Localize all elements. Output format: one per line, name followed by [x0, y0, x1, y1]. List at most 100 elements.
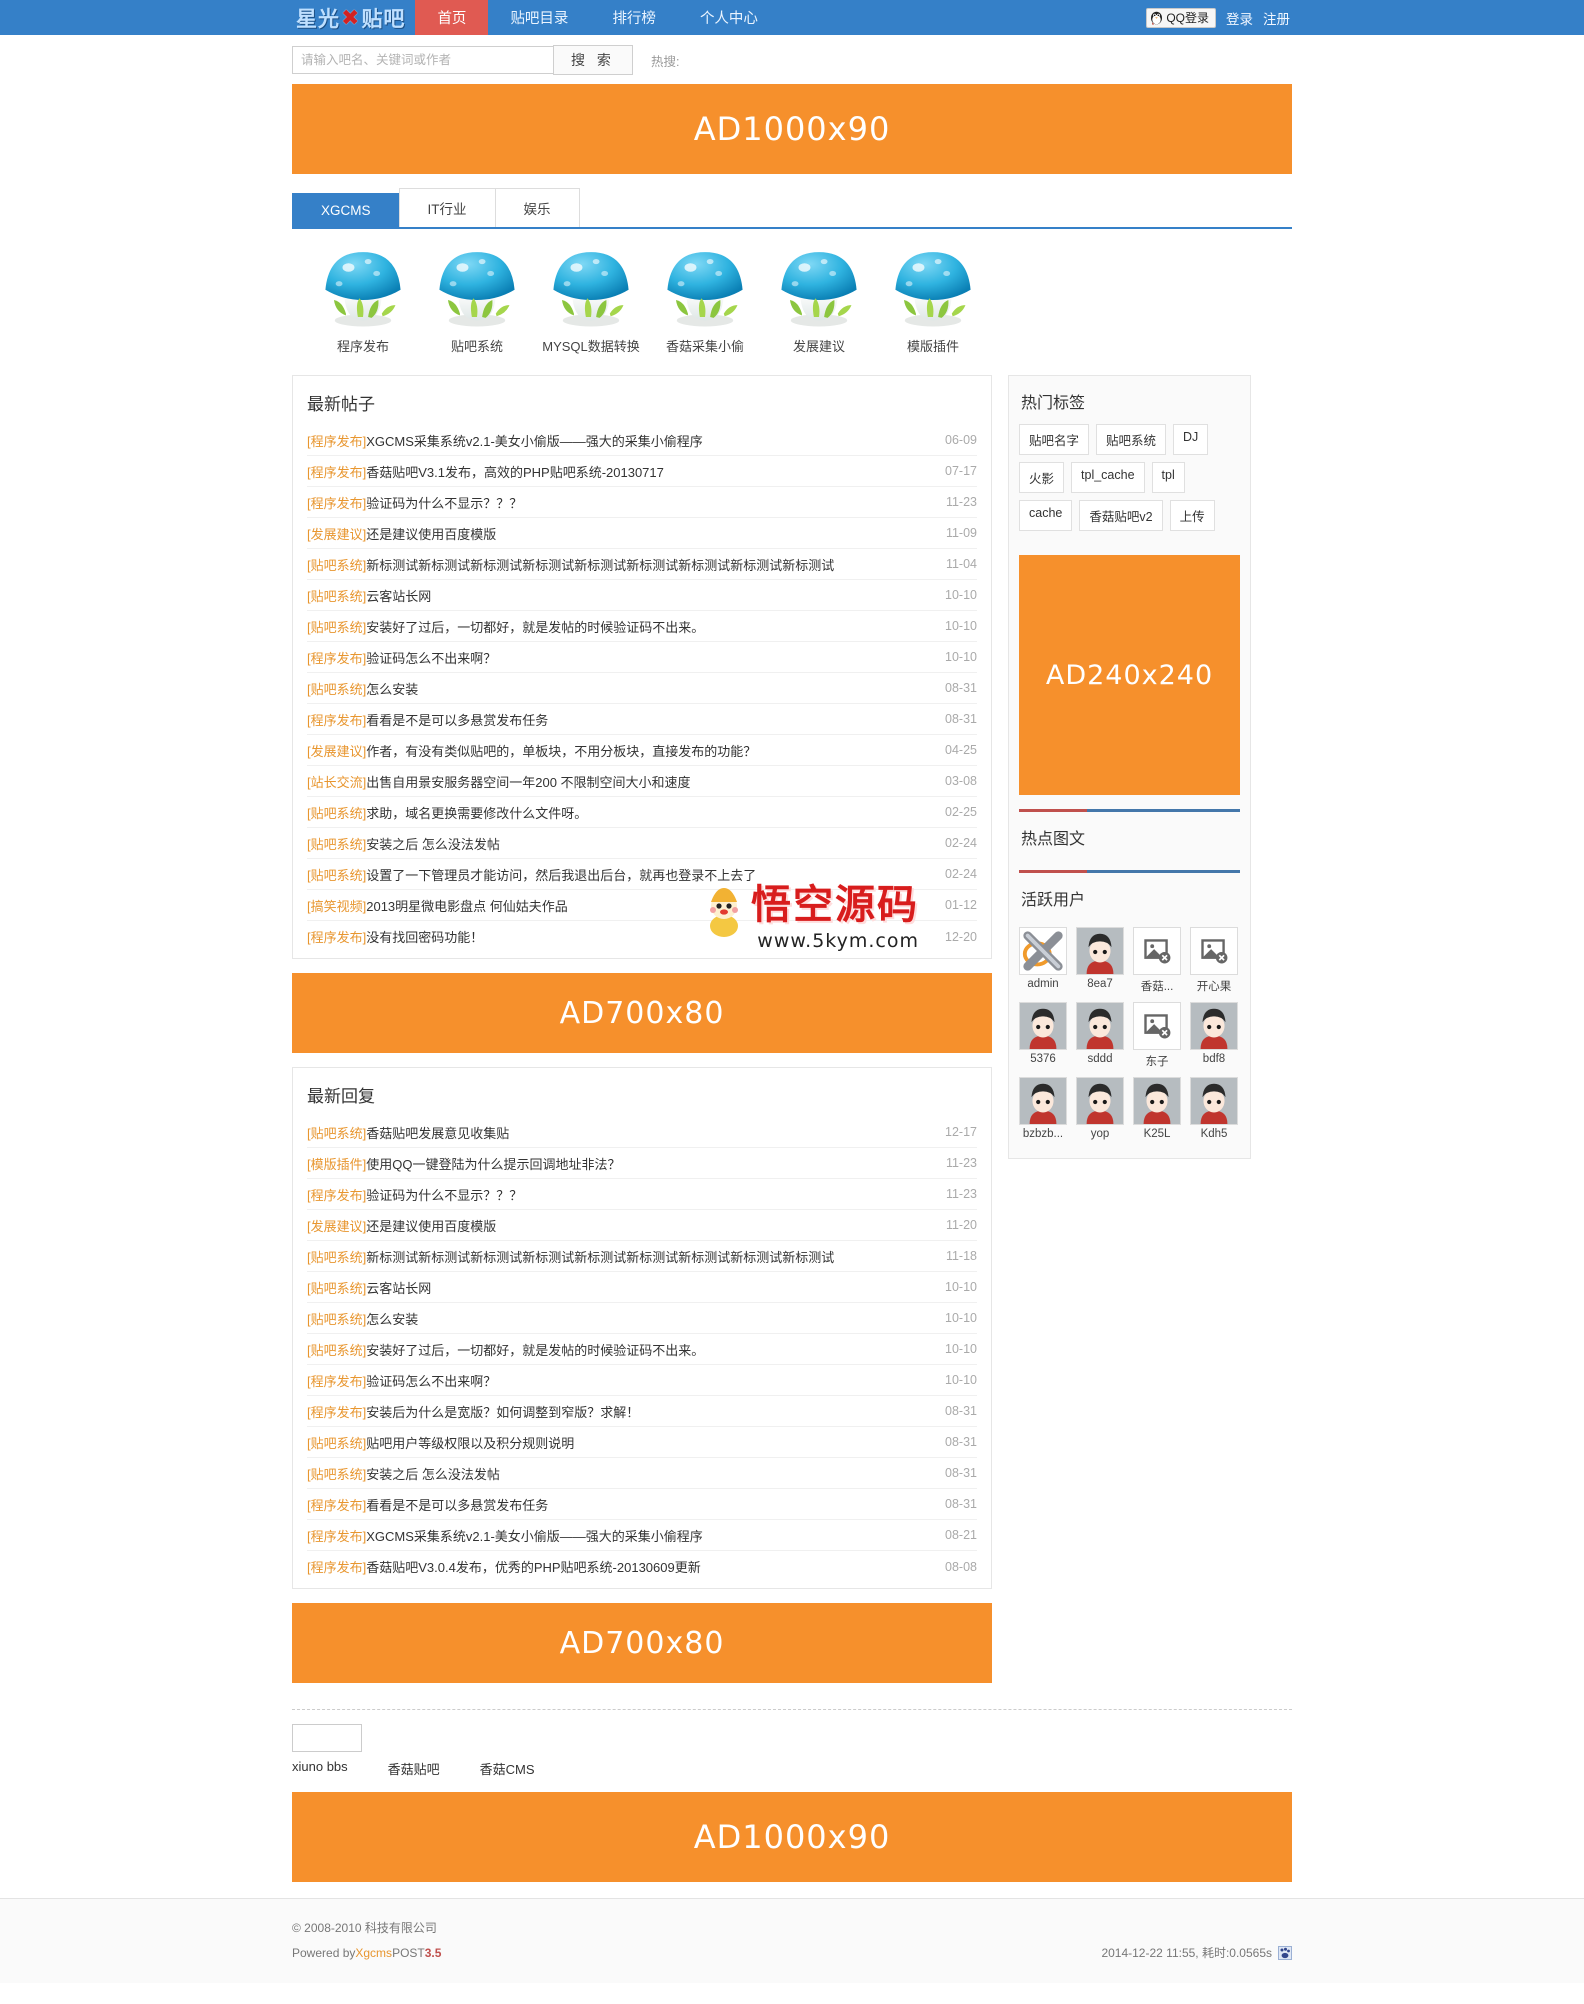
post-date: 03-08 — [945, 774, 977, 788]
post-category: [站长交流] — [307, 774, 367, 790]
reply-row[interactable]: [发展建议] 还是建议使用百度模版 11-20 — [307, 1210, 977, 1241]
tag-item[interactable]: tpl — [1151, 462, 1185, 493]
post-title: 香菇贴吧V3.1发布，高效的PHP贴吧系统-20130717 — [366, 464, 664, 480]
user-cell[interactable]: Kdh5 — [1190, 1077, 1238, 1140]
post-category: [贴吧系统] — [307, 836, 367, 852]
reply-title: 云客站长网 — [366, 1280, 432, 1296]
post-row[interactable]: [程序发布] XGCMS采集系统v2.1-美女小偷版——强大的采集小偷程序 06-0… — [307, 425, 977, 456]
ad-banner-bottom[interactable]: AD1000x90 — [292, 1792, 1292, 1882]
reply-row[interactable]: [贴吧系统] 怎么安装 10-10 — [307, 1303, 977, 1334]
tag-item[interactable]: DJ — [1173, 424, 1209, 455]
ad-banner-sidebar[interactable]: AD240x240 — [1019, 555, 1240, 795]
reply-row[interactable]: [程序发布] XGCMS采集系统v2.1-美女小偷版——强大的采集小偷程序 08-2… — [307, 1520, 977, 1551]
post-row[interactable]: [程序发布] 验证码为什么不显示？？？ 11-23 — [307, 487, 977, 518]
qq-login-button[interactable]: QQ登录 — [1146, 7, 1216, 28]
reply-row[interactable]: [程序发布] 验证码怎么不出来啊？ 10-10 — [307, 1365, 977, 1396]
register-link[interactable]: 注册 — [1263, 8, 1290, 28]
user-cell[interactable]: bdf8 — [1190, 1002, 1238, 1069]
login-link[interactable]: 登录 — [1226, 8, 1253, 28]
reply-row[interactable]: [贴吧系统] 贴吧用户等级权限以及积分规则说明 08-31 — [307, 1427, 977, 1458]
reply-category: [贴吧系统] — [307, 1249, 367, 1265]
tag-item[interactable]: tpl_cache — [1071, 462, 1145, 493]
tab-it-industry[interactable]: IT行业 — [398, 188, 496, 227]
tag-item[interactable]: 上传 — [1169, 500, 1215, 531]
user-cell[interactable]: admin — [1019, 927, 1067, 994]
reply-date: 08-08 — [945, 1559, 977, 1574]
active-users-grid: admin 8ea7 香菇... 开心果 5376 sddd 东子 bdf8 b… — [1019, 921, 1240, 1144]
friendlink-box[interactable] — [292, 1724, 362, 1752]
post-row[interactable]: [贴吧系统] 云客站长网 10-10 — [307, 580, 977, 611]
post-row[interactable]: [贴吧系统] 新标测试新标测试新标测试新标测试新标测试新标测试新标测试新标测试新标… — [307, 549, 977, 580]
forum-item-2[interactable]: MYSQL数据转换 — [534, 247, 648, 355]
post-row[interactable]: [程序发布] 看看是不是可以多悬赏发布任务 08-31 — [307, 704, 977, 735]
reply-row[interactable]: [贴吧系统] 香菇贴吧发展意见收集贴 12-17 — [307, 1117, 977, 1148]
reply-category: [程序发布] — [307, 1528, 367, 1544]
post-row[interactable]: [贴吧系统] 安装好了过后，一切都好，就是发帖的时候验证码不出来。 10-10 — [307, 611, 977, 642]
user-cell[interactable]: K25L — [1133, 1077, 1181, 1140]
ad-banner-mid-1[interactable]: AD700x80 — [292, 973, 992, 1053]
reply-row[interactable]: [贴吧系统] 新标测试新标测试新标测试新标测试新标测试新标测试新标测试新标测试新标… — [307, 1241, 977, 1272]
tab-xgcms[interactable]: XGCMS — [292, 193, 400, 227]
post-row[interactable]: [贴吧系统] 求助，域名更换需要修改什么文件呀。 02-25 — [307, 797, 977, 828]
post-row[interactable]: [站长交流] 出售自用景安服务器空间一年200 不限制空间大小和速度 03-08 — [307, 766, 977, 797]
user-cell[interactable]: 香菇... — [1133, 927, 1181, 994]
reply-row[interactable]: [程序发布] 看看是不是可以多悬赏发布任务 08-31 — [307, 1489, 977, 1520]
post-row[interactable]: [程序发布] 香菇贴吧V3.1发布，高效的PHP贴吧系统-20130717 07-1… — [307, 456, 977, 487]
tag-item[interactable]: 火影 — [1019, 462, 1065, 493]
tag-item[interactable]: 贴吧系统 — [1096, 424, 1167, 455]
friend-link-xianggu-tieba[interactable]: 香菇贴吧 — [388, 1759, 440, 1778]
search-button[interactable]: 搜 索 — [553, 45, 633, 75]
forum-item-5[interactable]: 模版插件 — [876, 247, 990, 355]
post-row[interactable]: [程序发布] 没有找回密码功能！ 12-20 — [307, 921, 977, 952]
nav-right-group: QQ登录 登录 注册 — [1146, 0, 1292, 35]
reply-row[interactable]: [程序发布] 安装后为什么是宽版？如何调整到窄版？求解！ 08-31 — [307, 1396, 977, 1427]
nav-item-user-center[interactable]: 个人中心 — [678, 0, 780, 35]
post-row[interactable]: [程序发布] 验证码怎么不出来啊？ 10-10 — [307, 642, 977, 673]
tag-item[interactable]: 香菇贴吧v2 — [1079, 500, 1163, 531]
tag-item[interactable]: cache — [1019, 500, 1073, 531]
reply-category: [贴吧系统] — [307, 1280, 367, 1296]
reply-date: 10-10 — [945, 1373, 977, 1387]
reply-row[interactable]: [贴吧系统] 安装之后 怎么没法发帖 08-31 — [307, 1458, 977, 1489]
reply-row[interactable]: [模版插件] 使用QQ一键登陆为什么提示回调地址非法？ 11-23 — [307, 1148, 977, 1179]
section-divider — [1019, 870, 1240, 873]
reply-row[interactable]: [贴吧系统] 安装好了过后，一切都好，就是发帖的时候验证码不出来。 10-10 — [307, 1334, 977, 1365]
reply-row[interactable]: [贴吧系统] 云客站长网 10-10 — [307, 1272, 977, 1303]
post-row[interactable]: [贴吧系统] 怎么安装 08-31 — [307, 673, 977, 704]
search-input[interactable] — [292, 46, 554, 74]
tag-item[interactable]: 贴吧名字 — [1019, 424, 1090, 455]
post-row[interactable]: [贴吧系统] 设置了一下管理员才能访问，然后我退出后台，就再也登录不上去了 02-2… — [307, 859, 977, 890]
forum-item-4[interactable]: 发展建议 — [762, 247, 876, 355]
paw-print-icon[interactable] — [1278, 1945, 1292, 1960]
nav-item-ranking[interactable]: 排行榜 — [590, 0, 678, 35]
forum-item-0[interactable]: 程序发布 — [306, 247, 420, 355]
ad-banner-top[interactable]: AD1000x90 — [292, 84, 1292, 174]
post-date: 11-09 — [945, 526, 977, 540]
nav-item-forum-directory[interactable]: 贴吧目录 — [488, 0, 590, 35]
forum-item-1[interactable]: 贴吧系统 — [420, 247, 534, 355]
user-cell[interactable]: 8ea7 — [1076, 927, 1124, 994]
user-cell[interactable]: 开心果 — [1190, 927, 1238, 994]
post-row[interactable]: [搞笑视频] 2013明星微电影盘点 何仙姑夫作品 01-12 — [307, 890, 977, 921]
reply-row[interactable]: [程序发布] 香菇贴吧V3.0.4发布，优秀的PHP贴吧系统-20130609更新… — [307, 1551, 977, 1582]
forum-name: 发展建议 — [792, 339, 845, 354]
ad-banner-mid-2[interactable]: AD700x80 — [292, 1603, 992, 1683]
forum-item-3[interactable]: 香菇采集小偷 — [648, 247, 762, 355]
reply-row[interactable]: [程序发布] 验证码为什么不显示？？？ 11-23 — [307, 1179, 977, 1210]
user-cell[interactable]: sddd — [1076, 1002, 1124, 1069]
post-row[interactable]: [发展建议] 还是建议使用百度模版 11-09 — [307, 518, 977, 549]
user-cell[interactable]: 5376 — [1019, 1002, 1067, 1069]
user-cell[interactable]: 东子 — [1133, 1002, 1181, 1069]
friend-link-xiuno-bbs[interactable]: xiuno bbs — [292, 1759, 348, 1778]
post-category: [程序发布] — [307, 930, 367, 945]
user-cell[interactable]: bzbzb... — [1019, 1077, 1067, 1140]
post-row[interactable]: [发展建议] 作者，有没有类似贴吧的，单板块，不用分板块，直接发布的功能？ 04-2… — [307, 735, 977, 766]
post-row[interactable]: [贴吧系统] 安装之后 怎么没法发帖 02-24 — [307, 828, 977, 859]
friend-link-xianggu-cms[interactable]: 香菇CMS — [480, 1759, 535, 1778]
powered-link[interactable]: Xgcms — [355, 1946, 392, 1960]
user-cell[interactable]: yop — [1076, 1077, 1124, 1140]
tab-entertainment[interactable]: 娱乐 — [494, 188, 580, 227]
nav-item-home[interactable]: 首页 — [415, 0, 489, 35]
post-title: 云客站长网 — [366, 588, 432, 604]
site-logo[interactable]: 星光 ✖ 贴吧 — [292, 0, 415, 35]
